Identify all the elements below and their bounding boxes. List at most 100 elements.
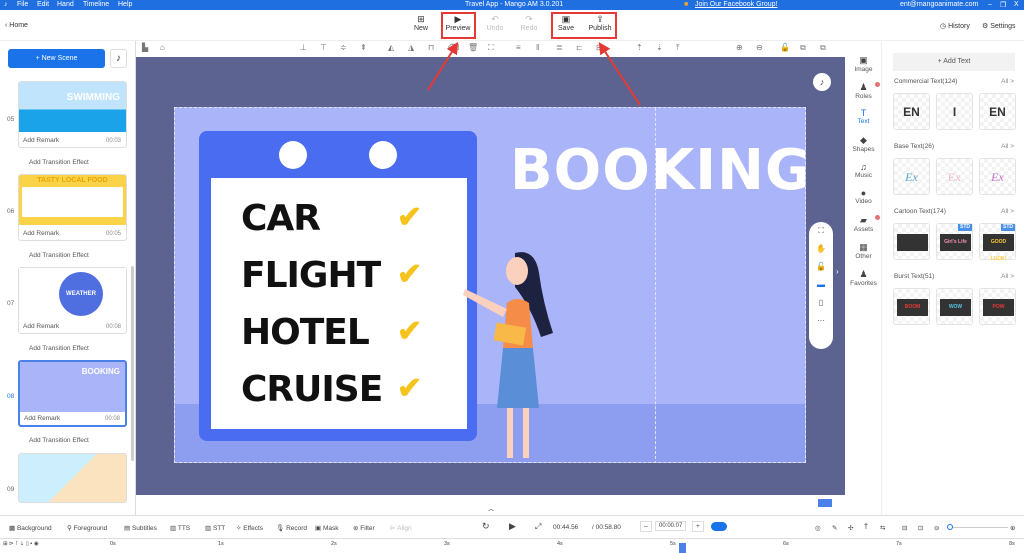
stt-button[interactable]: ▥ STT xyxy=(205,524,225,532)
home-icon[interactable]: ⌂ xyxy=(160,43,165,52)
bring-front-icon[interactable]: ⤒ xyxy=(676,43,680,53)
add-remark[interactable]: Add Remark xyxy=(23,137,59,144)
monitor-icon[interactable]: ▬ xyxy=(809,276,833,294)
fit-icon[interactable]: ⛶ xyxy=(809,222,833,240)
move-up-icon[interactable]: ⇡ xyxy=(636,43,643,52)
step-minus[interactable]: – xyxy=(640,521,652,532)
tab-image[interactable]: ▣ Image xyxy=(845,55,882,73)
text-template[interactable]: Girl's Life STD xyxy=(936,223,973,260)
all-link[interactable]: All > xyxy=(1001,143,1014,150)
edit-icon[interactable]: ✎ xyxy=(832,524,837,532)
zoom-slider-handle[interactable] xyxy=(947,524,953,530)
add-remark[interactable]: Add Remark xyxy=(23,230,59,237)
background-button[interactable]: ▩ Background xyxy=(9,524,52,532)
arrange-icon[interactable]: ⊟ xyxy=(596,43,603,52)
menu-help[interactable]: Help xyxy=(118,1,132,8)
text-template[interactable] xyxy=(893,223,930,260)
music-note-icon[interactable]: ♪ xyxy=(813,73,831,91)
add-transition[interactable]: Add Transition Effect xyxy=(29,159,89,166)
scrollbar[interactable] xyxy=(131,266,134,461)
new-scene-button[interactable]: + New Scene xyxy=(8,49,105,68)
all-link[interactable]: All > xyxy=(1001,208,1014,215)
group-icon[interactable]: ⊏ xyxy=(576,43,583,52)
lock-icon[interactable]: 🔓 xyxy=(809,258,833,276)
settings-button[interactable]: ⚙ Settings xyxy=(982,22,1016,30)
tab-music[interactable]: ♫ Music xyxy=(845,162,882,179)
add-transition[interactable]: Add Transition Effect xyxy=(29,437,89,444)
align-center-icon[interactable]: ‖ xyxy=(536,43,539,52)
text-template[interactable]: EN xyxy=(893,93,930,130)
record-button[interactable]: 🎙 Record xyxy=(276,524,307,532)
phone-icon[interactable]: ▯ xyxy=(809,294,833,312)
step-plus[interactable]: + xyxy=(692,521,704,532)
add-remark[interactable]: Add Remark xyxy=(24,415,60,422)
maximize-button[interactable]: ❐ xyxy=(1000,1,1006,9)
text-template[interactable]: EN xyxy=(979,93,1016,130)
align-left-icon[interactable]: ≡ xyxy=(516,43,521,52)
add-text-button[interactable]: + Add Text xyxy=(893,53,1015,71)
crop-icon[interactable]: ⛶ xyxy=(488,43,494,53)
tab-favorites[interactable]: ♟ Favorites xyxy=(845,269,882,287)
move-down-icon[interactable]: ⇣ xyxy=(656,43,663,52)
scene-card-selected[interactable]: BOOKING Add Remark 00:08 xyxy=(18,360,127,427)
replay-icon[interactable]: ↻ xyxy=(482,521,490,532)
flip-icon[interactable]: ◭ xyxy=(388,43,394,52)
fit-width-icon[interactable]: ⊟ xyxy=(902,524,907,532)
music-note-icon[interactable]: ♪ xyxy=(110,49,127,68)
text-template[interactable]: Ex xyxy=(936,158,973,195)
align-right-icon[interactable]: ≣ xyxy=(556,43,563,52)
hand-icon[interactable]: ✋ xyxy=(809,240,833,258)
mask-button[interactable]: ▣ Mask xyxy=(315,524,338,532)
align-top-icon[interactable]: ⊤ xyxy=(320,43,327,52)
all-link[interactable]: All > xyxy=(1001,273,1014,280)
tts-button[interactable]: ▥ TTS xyxy=(170,524,190,532)
collapse-panel-icon[interactable]: › xyxy=(836,267,839,276)
more-icon[interactable]: ⋯ xyxy=(809,312,833,330)
text-template[interactable]: I xyxy=(936,93,973,130)
add-transition[interactable]: Add Transition Effect xyxy=(29,345,89,352)
undo-button[interactable]: ↶ Undo xyxy=(480,14,510,32)
all-link[interactable]: All > xyxy=(1001,78,1014,85)
zoom-out-icon[interactable]: ⊖ xyxy=(756,43,763,52)
eraser-icon[interactable]: ⌫ xyxy=(448,43,459,52)
checklist-board[interactable]: CAR FLIGHT HOTEL CRUISE ✔ ✔ ✔ ✔ xyxy=(199,131,477,441)
account-email[interactable]: ent@mangoanimate.com xyxy=(900,1,978,8)
scene-card[interactable]: SWIMMING Add Remark 00:03 xyxy=(18,81,127,148)
add-remark[interactable]: Add Remark xyxy=(23,323,59,330)
unlock-icon[interactable]: 🔓 xyxy=(780,43,790,52)
slide-stage[interactable]: CAR FLIGHT HOTEL CRUISE ✔ ✔ ✔ ✔ BOOKING xyxy=(174,107,806,463)
text-template[interactable]: Ex xyxy=(893,158,930,195)
fit-icon[interactable]: ⊡ xyxy=(918,524,923,532)
redo-button[interactable]: ↷ Redo xyxy=(514,14,544,32)
woman-character[interactable] xyxy=(445,243,575,463)
menu-timeline[interactable]: Timeline xyxy=(83,1,109,8)
split-icon[interactable]: ✣ xyxy=(848,524,853,532)
text-template[interactable]: BOOM xyxy=(893,288,930,325)
align-button[interactable]: ⊫ Align xyxy=(390,524,412,532)
scene-card[interactable]: WEATHER Add Remark 00:08 xyxy=(18,267,127,334)
scene-card[interactable] xyxy=(18,453,127,503)
zoom-in-icon[interactable]: ⊕ xyxy=(736,43,743,52)
menu-edit[interactable]: Edit xyxy=(37,1,49,8)
paste-icon[interactable]: ⧉ xyxy=(820,43,826,53)
minimize-button[interactable]: – xyxy=(988,1,992,8)
expand-timeline-icon[interactable]: ︿ xyxy=(483,504,499,513)
tab-assets[interactable]: ▰ Assets xyxy=(845,215,882,233)
layer-icon[interactable]: ▙ xyxy=(142,43,148,52)
home-button[interactable]: ‹ Home xyxy=(5,22,28,29)
align-middle-icon[interactable]: ≑ xyxy=(340,43,347,52)
tab-roles[interactable]: ♟ Roles xyxy=(845,82,882,100)
foreground-button[interactable]: ⚲ Foreground xyxy=(67,524,107,532)
close-button[interactable]: X xyxy=(1014,1,1019,8)
subtitles-button[interactable]: ▤ Subtitles xyxy=(124,524,157,532)
zoom-out-icon[interactable]: ⊖ xyxy=(934,524,939,532)
text-template[interactable]: POW xyxy=(979,288,1016,325)
tab-text[interactable]: T Text xyxy=(845,108,882,125)
camera-icon[interactable]: ◎ xyxy=(815,524,821,532)
text-template[interactable]: GOOD LUCK! STD xyxy=(979,223,1016,262)
tab-shapes[interactable]: ◆ Shapes xyxy=(845,135,882,153)
menu-hand[interactable]: Hand xyxy=(57,1,74,8)
delete-icon[interactable]: 🗑 xyxy=(468,43,478,52)
add-layer-icon[interactable]: ⊞ ⊳ ⊺ ⇣ ▯ ▪ ◉ xyxy=(3,541,39,547)
distribute-icon[interactable]: ⇞ xyxy=(360,43,367,52)
